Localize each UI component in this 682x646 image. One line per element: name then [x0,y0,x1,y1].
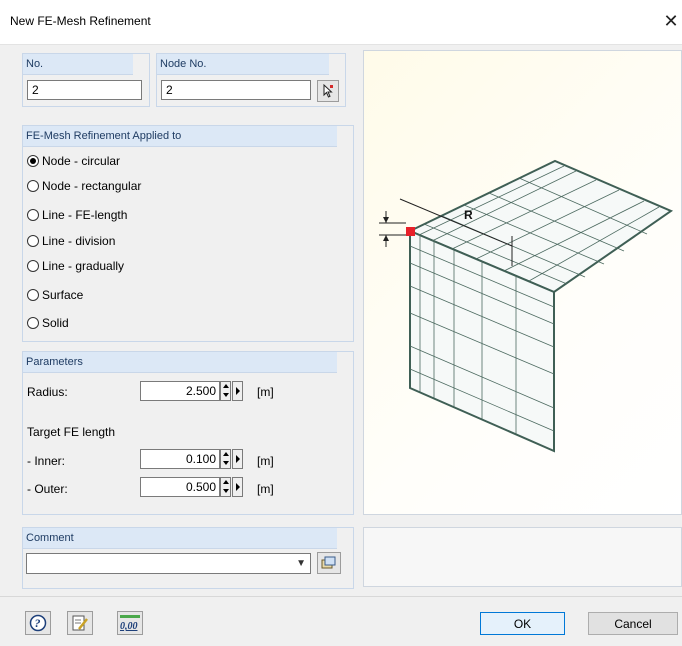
units-icon: 0,00 [120,615,140,632]
inner-input[interactable]: 0.100 [140,449,220,469]
comment-combobox[interactable]: ▼ [26,553,311,574]
radio-checked-icon [27,155,39,167]
radio-label: Node - circular [42,154,121,168]
node-no-input[interactable]: 2 [161,80,311,100]
cursor-pick-icon [323,84,333,98]
applied-to-header: FE-Mesh Refinement Applied to [23,126,337,147]
mesh-refinement-illustration: R [379,159,674,453]
radio-label: Surface [42,288,84,302]
radius-spinner[interactable] [220,381,231,401]
outer-unit: [m] [257,482,274,496]
no-group-header: No. [23,54,133,75]
cancel-button[interactable]: Cancel [588,612,678,635]
radio-label: Node - rectangular [42,179,142,193]
comment-library-button[interactable] [317,552,341,574]
outer-label: - Outer: [27,482,68,496]
outer-arrow-button[interactable] [232,477,243,497]
close-icon[interactable]: ✕ [660,10,682,32]
outer-spinner[interactable] [220,477,231,497]
radio-label: Line - FE-length [42,208,128,222]
parameters-title: Parameters [26,356,83,368]
comment-header: Comment [23,528,337,549]
comment-title: Comment [26,532,74,544]
radio-icon [27,260,39,272]
radio-icon [27,180,39,192]
outer-input[interactable]: 0.500 [140,477,220,497]
radio-label: Solid [42,316,69,330]
inner-unit: [m] [257,454,274,468]
radio-label: Line - gradually [42,259,125,273]
radio-icon [27,289,39,301]
window-title: New FE-Mesh Refinement [10,14,151,28]
no-input[interactable]: 2 [27,80,142,100]
radio-label: Line - division [42,234,116,248]
radius-label: Radius: [27,385,68,399]
radio-surface[interactable]: Surface [27,286,83,304]
target-fe-length-label: Target FE length [27,425,116,439]
radius-arrow-button[interactable] [232,381,243,401]
footer-separator [0,596,682,597]
radio-node-rectangular[interactable]: Node - rectangular [27,177,141,195]
node-no-group-header: Node No. [157,54,329,75]
inner-spinner[interactable] [220,449,231,469]
comment-preview-pane [363,527,682,587]
radio-node-circular[interactable]: Node - circular [27,152,120,170]
edit-button[interactable] [67,611,93,635]
radio-icon [27,209,39,221]
help-icon: ? [29,614,47,632]
inner-arrow-button[interactable] [232,449,243,469]
radio-line-gradually[interactable]: Line - gradually [27,257,124,275]
radius-input[interactable]: 2.500 [140,381,220,401]
no-group: No. 2 [22,53,150,107]
library-icon [321,556,336,569]
radius-symbol: R [464,208,473,222]
radio-icon [27,235,39,247]
radio-solid[interactable]: Solid [27,314,69,332]
chevron-down-icon: ▼ [296,558,306,569]
no-label: No. [26,58,44,70]
ok-button[interactable]: OK [480,612,565,635]
radio-icon [27,317,39,329]
radius-unit: [m] [257,385,274,399]
preview-graphic: R [363,50,682,515]
svg-text:0,00: 0,00 [120,621,138,632]
applied-to-title: FE-Mesh Refinement Applied to [26,130,182,142]
node-no-group: Node No. 2 [156,53,346,107]
units-button[interactable]: 0,00 [117,611,143,635]
radio-line-fe-length[interactable]: Line - FE-length [27,206,127,224]
svg-text:?: ? [35,616,41,630]
title-bar: New FE-Mesh Refinement ✕ [0,0,682,45]
pick-node-button[interactable] [317,80,339,102]
inner-label: - Inner: [27,454,66,468]
radio-line-division[interactable]: Line - division [27,232,115,250]
parameters-header: Parameters [23,352,337,373]
help-button[interactable]: ? [25,611,51,635]
edit-icon [72,615,88,631]
node-no-label: Node No. [160,58,207,70]
